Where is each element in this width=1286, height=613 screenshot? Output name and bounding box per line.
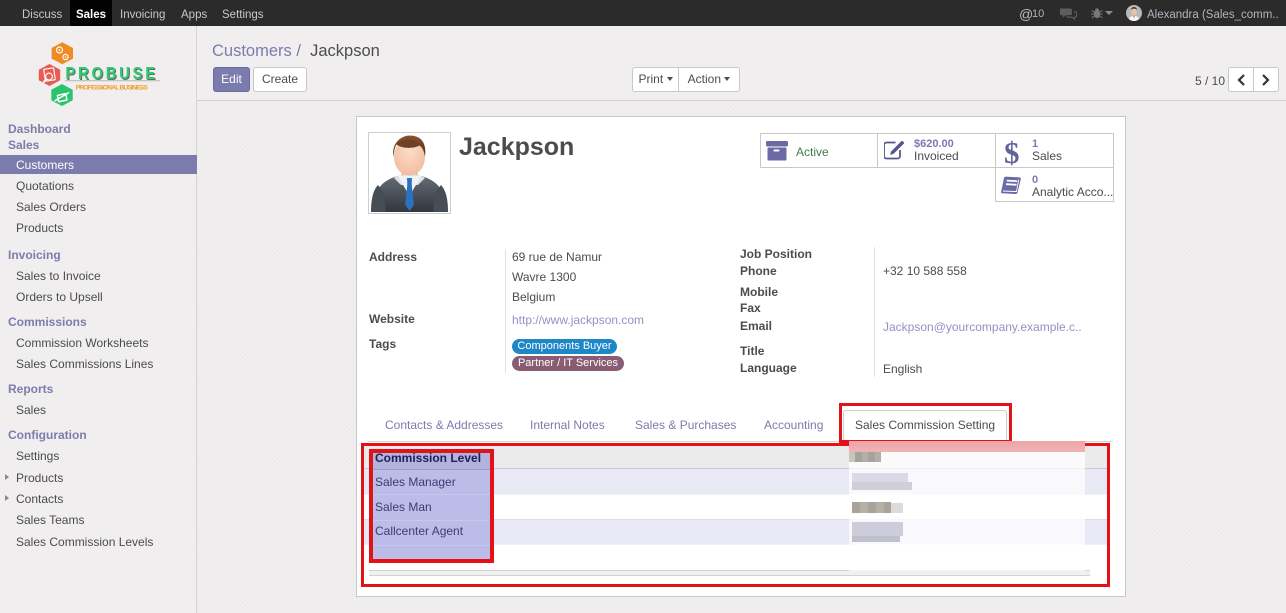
svg-text:PROFESSIONAL BUSINESS: PROFESSIONAL BUSINESS <box>76 85 149 92</box>
